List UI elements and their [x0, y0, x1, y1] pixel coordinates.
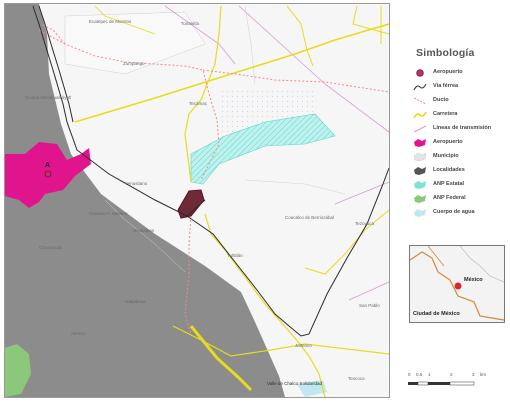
place-label: Chiconcuac — [39, 245, 63, 250]
place-label: Gustavo A. Madero — [89, 211, 128, 216]
scale-tick-label: 1 — [428, 372, 431, 377]
legend-label: Ducto — [433, 97, 449, 103]
legend-title: Simbología — [416, 47, 475, 59]
scale-tick-label: 2 — [450, 372, 453, 377]
place-label: Ciudad Nezahualcóyotl — [25, 95, 72, 100]
airport-marker-label: A — [45, 162, 51, 169]
inset-map: México Ciudad de México — [409, 245, 505, 323]
legend-item-localities: Localidades — [413, 166, 508, 176]
legend-item-highway: Carretera — [413, 110, 508, 120]
anp-federal-icon — [414, 195, 426, 203]
urban-area-northwest — [5, 4, 39, 24]
legend-label: Carretera — [433, 111, 458, 117]
legend-label: ANP Federal — [433, 195, 466, 201]
legend-label: Líneas de transmisión — [433, 125, 492, 131]
municipality-icon — [413, 152, 427, 162]
map-frame[interactable]: Ecatepec de Morelos Tonanitla Ciudad Nez… — [4, 3, 390, 398]
legend-item-transmission: Líneas de transmisión — [413, 124, 508, 134]
place-label: Tonanitla — [181, 21, 200, 26]
pipeline-icon — [413, 97, 427, 105]
place-label: Tecámac — [189, 101, 208, 106]
airport-area-icon — [414, 139, 426, 147]
legend-label: Cuerpo de agua — [433, 209, 475, 215]
transmission-line-icon — [413, 125, 427, 133]
legend-label: Aeropuerto — [433, 139, 463, 145]
place-label: Ecatepec de Morelos — [89, 19, 132, 24]
place-label: Tezoyuca — [355, 221, 375, 226]
scale-tick-label: 0.5 — [416, 372, 423, 377]
legend-label: ANP Estatal — [433, 181, 465, 187]
mexico-marker — [454, 282, 462, 290]
railway-icon — [413, 83, 427, 91]
scale-graphic — [408, 381, 475, 386]
scale-tick-label: 0 — [408, 372, 411, 377]
inset-label-mexico: México — [464, 277, 483, 283]
place-label: Venustiano — [125, 181, 148, 186]
scale-labels: 0 0.5 1 2 3 km — [408, 372, 498, 380]
legend-item-airport-area: Aeropuerto — [413, 138, 508, 148]
legend-item-municipality: Municipio — [413, 152, 508, 162]
inset-label-cdmx: Ciudad de México — [413, 311, 460, 317]
place-label: Valle de Chalco Solidaridad — [267, 381, 322, 386]
scale-bar: 0 0.5 1 2 3 km — [408, 372, 498, 392]
legend-label: Aeropuerto — [433, 69, 463, 75]
legend: Simbología Aeropuerto Vía férrea Ducto C… — [405, 40, 505, 240]
place-label: San Pablo — [359, 303, 380, 308]
water-body-icon — [414, 209, 426, 217]
legend-item-anp-estatal: ANP Estatal — [413, 180, 508, 190]
legend-item-water-body: Cuerpo de agua — [413, 208, 508, 218]
scale-unit-label: km — [480, 372, 486, 377]
legend-label: Municipio — [433, 153, 459, 159]
scale-tick-label: 3 — [472, 372, 475, 377]
place-label: Ixtapaluca — [125, 299, 146, 304]
place-label: Tultitlán — [227, 253, 243, 258]
place-label: Nextlalpan — [133, 228, 155, 233]
localities-icon — [414, 167, 426, 175]
map-canvas[interactable] — [5, 4, 389, 397]
airport-point — [44, 170, 52, 178]
highway-icon — [413, 111, 427, 119]
legend-label: Localidades — [433, 167, 465, 173]
legend-item-anp-federal: ANP Federal — [413, 194, 508, 204]
place-label: Coacalco de Berriozábal — [285, 215, 335, 220]
place-label: Atenco — [71, 331, 86, 336]
place-label: Jaltenco — [295, 343, 312, 348]
legend-label: Vía férrea — [433, 83, 459, 89]
legend-item-airport-point: Aeropuerto — [413, 68, 508, 78]
anp-estatal-icon — [414, 181, 426, 189]
place-label: Zumpango — [123, 61, 145, 66]
legend-item-railway: Vía férrea — [413, 82, 508, 92]
airport-point-icon — [416, 69, 424, 77]
legend-item-pipeline: Ducto — [413, 96, 508, 106]
place-label: Texcoco — [348, 376, 365, 381]
